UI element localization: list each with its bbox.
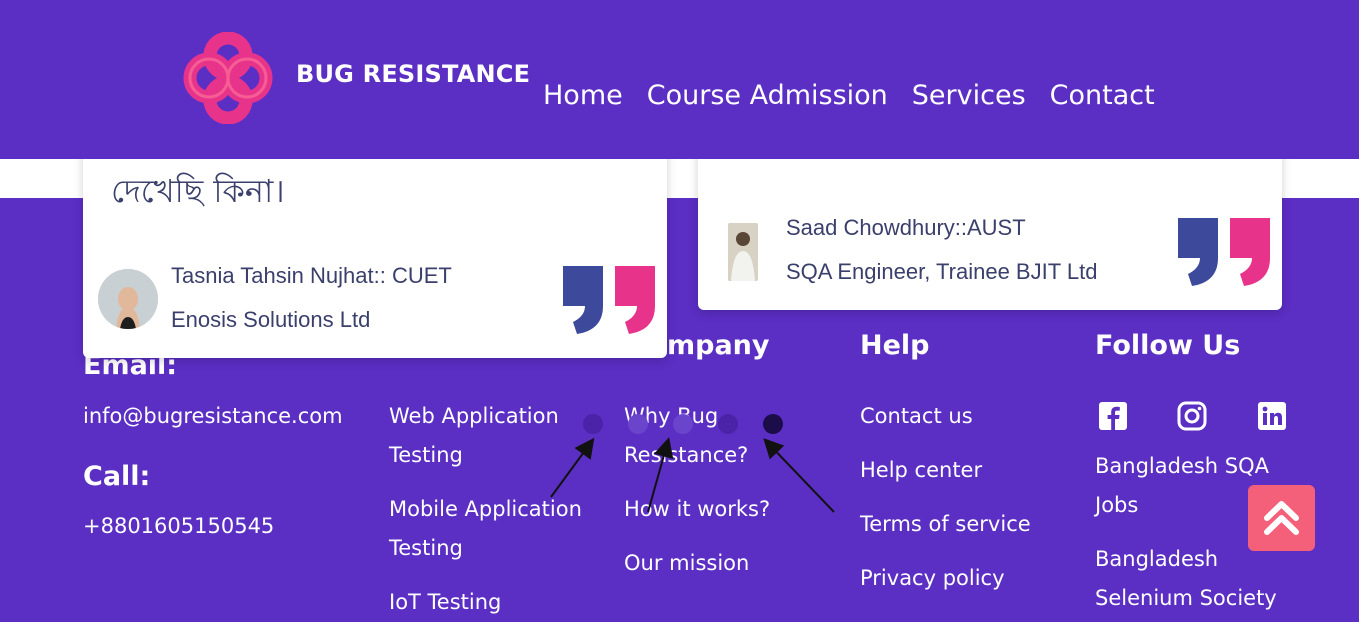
follow-heading: Follow Us (1095, 330, 1241, 361)
nav-services[interactable]: Services (912, 80, 1026, 111)
help-link-help-center[interactable]: Help center (860, 451, 982, 490)
testimonial-author-role: Enosis Solutions Ltd (171, 307, 371, 332)
testimonial-author-name: Saad Chowdhury::AUST (786, 215, 1026, 240)
main-nav: Home Course Admission Services Contact (543, 80, 1155, 111)
help-heading: Help (860, 330, 930, 361)
quote-mark-icon (1178, 218, 1270, 286)
company-heading: mpany (667, 330, 770, 361)
brand-name[interactable]: BUG RESISTANCE (296, 60, 530, 88)
services-link-web-application-line1[interactable]: Web Application (389, 397, 559, 436)
help-link-privacy[interactable]: Privacy policy (860, 559, 1005, 598)
nav-home[interactable]: Home (543, 80, 623, 111)
nav-course-admission[interactable]: Course Admission (647, 80, 888, 111)
bug-resistance-logo[interactable] (180, 32, 276, 124)
email-link[interactable]: info@bugresistance.com (83, 397, 343, 436)
quote-mark-icon (563, 266, 655, 334)
services-link-web-application-line2[interactable]: Testing (389, 436, 463, 475)
avatar (728, 223, 758, 281)
instagram-icon[interactable] (1177, 401, 1207, 431)
carousel-dot[interactable] (718, 414, 738, 434)
nav-contact[interactable]: Contact (1050, 80, 1155, 111)
carousel-dot-active[interactable] (763, 414, 783, 434)
services-link-mobile-application-line1[interactable]: Mobile Application (389, 490, 582, 529)
carousel-dot[interactable] (628, 414, 648, 434)
follow-link-bangladesh-sqa-jobs-line1[interactable]: Bangladesh SQA (1095, 447, 1269, 486)
call-heading: Call: (83, 461, 151, 492)
follow-link-selenium-society-line2[interactable]: Selenium Society (1095, 579, 1277, 618)
phone-link[interactable]: +8801605150545 (83, 507, 274, 546)
follow-link-bangladesh-sqa-jobs-line2[interactable]: Jobs (1095, 486, 1138, 525)
carousel-dot[interactable] (673, 414, 693, 434)
facebook-icon[interactable] (1098, 401, 1128, 431)
testimonial-author-role: SQA Engineer, Trainee BJIT Ltd (786, 259, 1098, 284)
site-header: BUG RESISTANCE Home Course Admission Ser… (0, 0, 1359, 159)
carousel-dot[interactable] (583, 414, 603, 434)
linkedin-icon[interactable] (1257, 401, 1287, 431)
company-link-why-bug-line2[interactable]: Resistance? (624, 436, 748, 475)
double-chevron-up-icon (1264, 501, 1299, 535)
company-link-our-mission[interactable]: Our mission (624, 544, 749, 583)
follow-link-selenium-society-line1[interactable]: Bangladesh (1095, 540, 1218, 579)
company-link-how-it-works[interactable]: How it works? (624, 490, 770, 529)
testimonial-card: দেখেছি কিনা। Tasnia Tahsin Nujhat:: CUET… (83, 140, 667, 358)
help-link-contact-us[interactable]: Contact us (860, 397, 973, 436)
testimonial-quote-text: দেখেছি কিনা। (111, 172, 285, 210)
services-link-mobile-application-line2[interactable]: Testing (389, 529, 463, 568)
scroll-to-top-button[interactable] (1248, 485, 1315, 551)
help-link-terms[interactable]: Terms of service (860, 505, 1031, 544)
testimonial-author-name: Tasnia Tahsin Nujhat:: CUET (171, 263, 452, 288)
testimonial-card: Saad Chowdhury::AUST SQA Engineer, Train… (698, 140, 1282, 310)
avatar (98, 269, 158, 329)
